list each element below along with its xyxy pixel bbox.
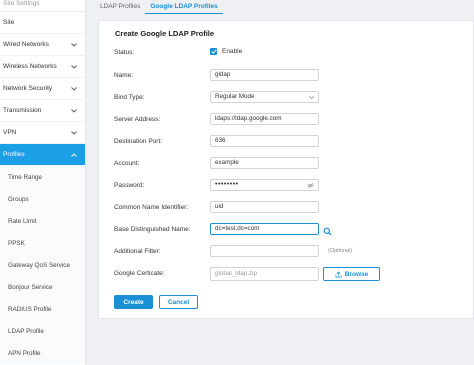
enable-checkbox[interactable]: [210, 48, 217, 55]
form-title: Create Google LDAP Profile: [115, 29, 215, 38]
base-dn-input[interactable]: dc=test,dc=com: [210, 223, 319, 235]
sidebar-item-label: Transmission: [3, 107, 42, 114]
additional-filter-input[interactable]: [210, 245, 319, 257]
bind-type-value: Regular Mode: [215, 93, 255, 100]
common-name-input[interactable]: uid: [210, 201, 319, 213]
create-profile-card: Create Google LDAP Profile Status: Enabl…: [98, 20, 474, 319]
chevron-up-icon: [70, 151, 78, 159]
create-button[interactable]: Create: [114, 295, 153, 309]
destination-port-input[interactable]: 636: [210, 135, 319, 147]
sidebar-subitem-groups[interactable]: Groups: [0, 188, 85, 210]
sidebar-subitem-ldap[interactable]: LDAP Profile: [0, 320, 85, 342]
sidebar-item-network-security[interactable]: Network Security: [0, 78, 85, 100]
sidebar-item-profiles[interactable]: Profiles: [0, 144, 85, 166]
sidebar-subitem-bonjour[interactable]: Bonjour Service: [0, 276, 85, 298]
chevron-down-icon: [70, 41, 78, 49]
password-value: ••••••••: [215, 181, 239, 188]
name-label: Name:: [114, 72, 134, 79]
destination-port-label: Destination Port:: [114, 138, 163, 145]
chevron-down-icon: [70, 107, 78, 115]
cert-placeholder: global_ldap.zip: [215, 270, 258, 277]
additional-filter-label: Additional Filter:: [114, 248, 161, 255]
bind-type-select[interactable]: Regular Mode: [210, 91, 319, 103]
password-input[interactable]: ••••••••: [210, 179, 319, 191]
name-input[interactable]: gldap: [210, 69, 319, 81]
sidebar-header: Site Settings: [0, 0, 85, 12]
optional-hint: (Optional): [328, 248, 353, 254]
browse-button[interactable]: Browse: [323, 267, 380, 281]
profile-tabs: LDAP Profiles Google LDAP Profiles: [95, 0, 223, 14]
sidebar-item-label: Profiles: [3, 151, 25, 158]
bind-type-label: Bind Type:: [114, 94, 145, 101]
sidebar: Site Settings Site Wired Networks Wirele…: [0, 0, 86, 365]
sidebar-subitem-rate-limit[interactable]: Rate Limit: [0, 210, 85, 232]
browse-label: Browse: [344, 270, 369, 278]
chevron-down-icon: [309, 95, 314, 99]
tab-ldap-profiles[interactable]: LDAP Profiles: [95, 0, 145, 14]
base-dn-label: Base Distinguished Name:: [114, 226, 191, 233]
sidebar-subitem-time-range[interactable]: Time Range: [0, 166, 85, 188]
sidebar-item-label: Wireless Networks: [3, 63, 57, 70]
password-label: Password:: [114, 182, 145, 189]
check-icon: [210, 49, 217, 54]
account-input[interactable]: example: [210, 157, 319, 169]
sidebar-item-transmission[interactable]: Transmission: [0, 100, 85, 122]
account-label: Account:: [114, 160, 140, 167]
sidebar-item-wired-networks[interactable]: Wired Networks: [0, 34, 85, 56]
sidebar-item-label: Network Security: [3, 85, 53, 92]
common-name-label: Common Name Identifier:: [114, 204, 189, 211]
chevron-down-icon: [70, 85, 78, 93]
server-address-input[interactable]: ldaps://ldap.google.com: [210, 113, 319, 125]
sidebar-item-label: Wired Networks: [3, 41, 49, 48]
cancel-button[interactable]: Cancel: [159, 295, 198, 309]
cert-label: Google Certicate:: [114, 270, 165, 277]
enable-label: Enable: [222, 48, 243, 55]
sidebar-item-wireless-networks[interactable]: Wireless Networks: [0, 56, 85, 78]
upload-icon: [335, 270, 342, 278]
cert-file-input[interactable]: global_ldap.zip: [210, 267, 319, 281]
eye-hidden-icon[interactable]: [307, 182, 314, 189]
sidebar-item-vpn[interactable]: VPN: [0, 122, 85, 144]
profiles-submenu: Time Range Groups Rate Limit PPSK Gatewa…: [0, 166, 85, 364]
tab-google-ldap-profiles[interactable]: Google LDAP Profiles: [145, 0, 223, 14]
chevron-down-icon: [70, 129, 78, 137]
sidebar-item-label: Site: [3, 19, 15, 26]
sidebar-subitem-ppsk[interactable]: PPSK: [0, 232, 85, 254]
sidebar-subitem-gateway-qos[interactable]: Gateway QoS Service: [0, 254, 85, 276]
sidebar-subitem-apn[interactable]: APN Profile: [0, 342, 85, 364]
sidebar-item-label: VPN: [3, 129, 17, 136]
sidebar-item-site[interactable]: Site: [0, 12, 85, 34]
status-label: Status:: [114, 49, 135, 56]
sidebar-subitem-radius[interactable]: RADIUS Profile: [0, 298, 85, 320]
search-icon[interactable]: [323, 227, 332, 236]
chevron-down-icon: [70, 63, 78, 71]
server-address-label: Server Address:: [114, 116, 161, 123]
